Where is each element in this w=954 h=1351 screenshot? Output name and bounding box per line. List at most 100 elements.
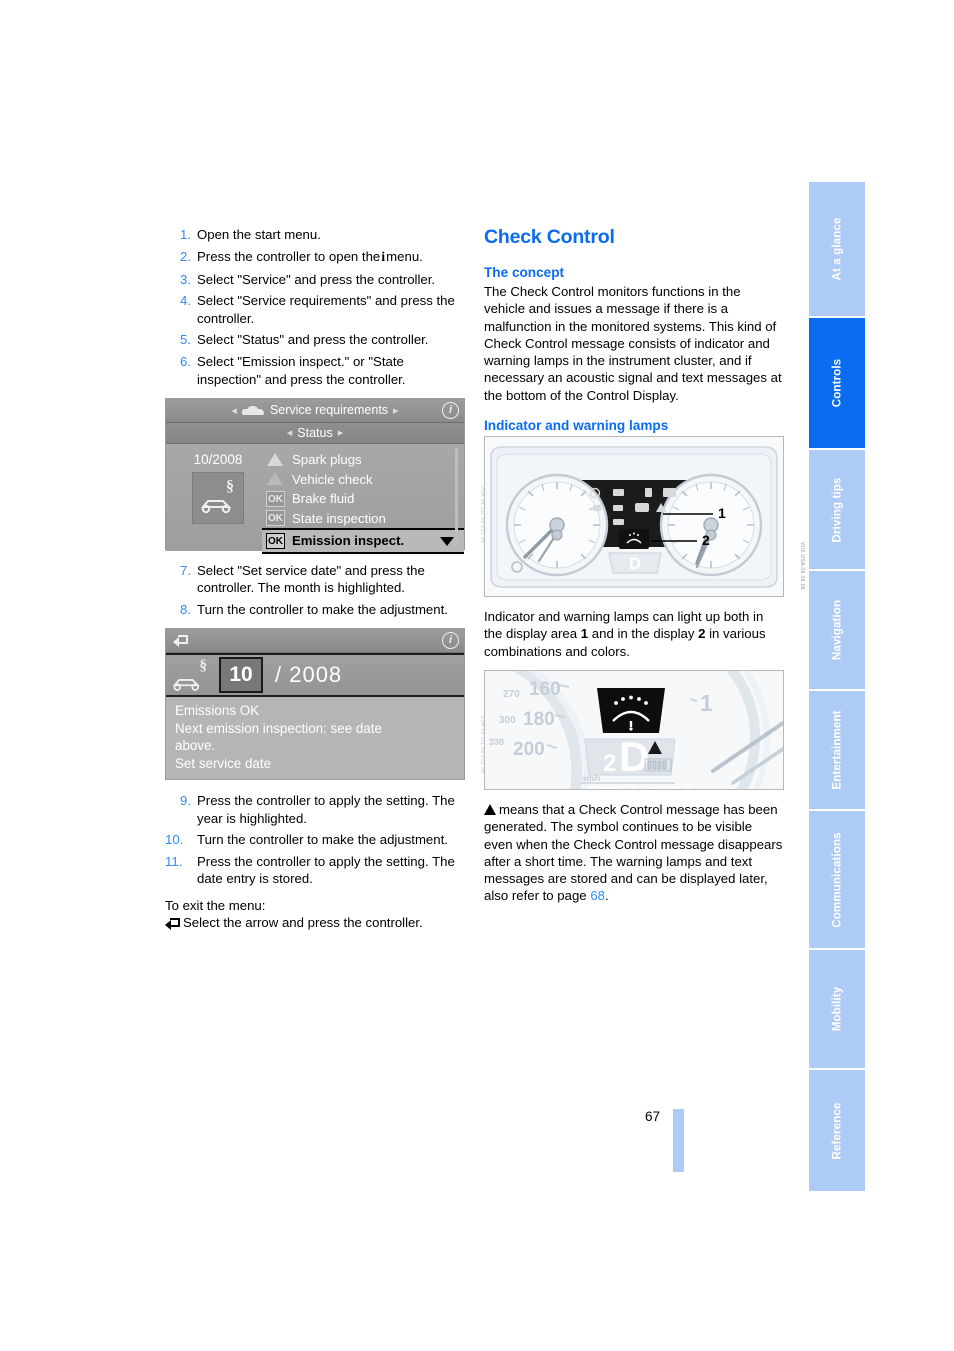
ok-badge: OK [266,490,285,507]
sidebar-tab-driving-tips[interactable]: Driving tips [809,450,865,571]
idrive-title-bar: ◂ Service requirements ▸ i [166,398,464,423]
step-item: 5. Select "Status" and press the control… [165,331,465,348]
sidebar-tab-mobility[interactable]: Mobility [809,950,865,1070]
scrollbar[interactable] [455,447,458,547]
warning-triangle-icon [484,803,496,815]
image-credit: VI/2 USA 06 09 06 [799,542,805,591]
step-item: 2. Press the controller to open theimenu… [165,248,465,266]
status-line[interactable]: Set service date [175,755,464,773]
step-text: Select "Set service date" and press the … [197,562,425,596]
warning-text-a: means that a Check Control message has b… [484,801,783,904]
sidebar-tab-entertainment[interactable]: Entertainment [809,691,865,811]
callout-1: 1 [718,505,726,522]
left-column: 1. Open the start menu. 2. Press the con… [165,226,486,931]
svg-text:km/h: km/h [583,774,600,783]
sidebar-tab-label: Mobility [830,986,844,1032]
step-item: 11. Press the controller to apply the se… [165,853,465,888]
svg-text:2: 2 [603,750,616,777]
step-item: 1. Open the start menu. [165,226,465,243]
step-number: 9. [180,793,191,809]
display-closeup-illustration: 270 300 330 160 180 200 1 2 D km/h [485,670,783,789]
idrive-screenshot-service-requirements: ◂ Service requirements ▸ i ◂ Status ▸ 10… [165,397,486,554]
warning-triangle-icon [266,452,285,468]
figure-display-closeup: 270 300 330 160 180 200 1 2 D km/h [484,669,784,790]
paragraph-symbol: § [199,658,208,675]
step-number: 1. [180,227,191,242]
step-text-before: Press the controller to open the [197,248,381,264]
next-chevron-icon: ▸ [337,427,344,440]
service-date-value: 10/2008 [193,451,243,467]
page-number: 67 [645,1109,661,1124]
svg-text:180: 180 [523,709,555,730]
procedure-steps-list-3: 9. Press the controller to apply the set… [165,792,465,887]
sidebar-tab-label: Navigation [830,599,844,661]
step-number: 2. [180,248,191,264]
sidebar-tab-label: Entertainment [830,710,844,790]
sidebar-tab-label: At a glance [830,217,844,281]
step-text: Select "Service requirements" and press … [197,293,455,326]
step-text: Select "Service" and press the controlle… [197,271,436,287]
status-line: Next emission inspection: see date [175,720,382,736]
warning-text-b: . [604,888,609,904]
next-chevron-icon: ▸ [393,404,399,417]
section-heading-concept: The concept [484,265,565,280]
idrive-title-bar: i [166,629,464,654]
sidebar-tab-at-a-glance[interactable]: At a glance [809,182,865,318]
step-item: 8. Turn the controller to make the adjus… [165,601,465,618]
step-item: 7. Select "Set service date" and press t… [165,562,465,597]
step-item: 9. Press the controller to apply the set… [165,792,465,827]
section-navigation-sidebar: At a glance Controls Driving tips Naviga… [809,182,865,1193]
list-item[interactable]: Spark plugs [266,450,460,470]
step-item: 4. Select "Service requirements" and pre… [165,292,465,327]
procedure-steps-list: 1. Open the start menu. 2. Press the con… [165,226,465,388]
warning-triangle-icon [266,471,285,487]
list-item-label: Brake fluid [292,491,355,507]
list-item[interactable]: Vehicle check [266,469,460,489]
exit-instruction: Select the arrow and press the controlle… [165,914,465,931]
info-icon[interactable]: i [442,632,459,650]
list-item-label: State inspection [292,510,386,526]
sidebar-tab-label: Communications [830,831,844,928]
step-number: 3. [180,271,191,287]
month-field-highlighted[interactable]: 10 [219,657,263,694]
back-arrow-icon [165,916,182,931]
list-item[interactable]: OK State inspection [266,508,460,528]
status-message-area: Emissions OK Next emission inspection: s… [166,697,464,772]
step-number: 8. [180,601,191,617]
concept-paragraph: The Check Control monitors functions in … [484,284,782,403]
svg-text:D: D [619,733,649,780]
step-text: Select "Emission inspect." or "State ins… [197,354,406,387]
step-text: Open the start menu. [197,227,321,242]
year-field[interactable]: / 2008 [275,662,342,688]
warning-symbol-paragraph: means that a Check Control message has b… [484,801,784,905]
lamps-text-c: and in the display [588,626,699,642]
procedure-steps-list-2: 7. Select "Set service date" and press t… [165,562,465,618]
list-item[interactable]: OK Brake fluid [266,489,460,509]
sidebar-tab-reference[interactable]: Reference [809,1070,865,1193]
back-arrow-icon[interactable] [173,634,190,648]
scroll-down-icon[interactable] [440,536,454,546]
sidebar-tab-communications[interactable]: Communications [809,811,865,950]
sidebar-tab-label: Reference [830,1102,844,1159]
exit-heading: To exit the menu: [165,897,266,913]
step-item: 6. Select "Emission inspect." or "State … [165,353,465,388]
step-number: 5. [180,332,191,348]
info-icon[interactable]: i [442,401,459,419]
car-silhouette-icon [200,499,232,514]
sidebar-tab-label: Controls [830,358,844,408]
svg-text:300: 300 [499,715,516,726]
step-number: 11. [165,854,183,870]
sidebar-tab-navigation[interactable]: Navigation [809,571,865,691]
page-reference-link[interactable]: 68 [590,888,605,903]
svg-text:200: 200 [513,739,545,760]
sidebar-tab-controls[interactable]: Controls [809,318,865,450]
svg-text:1: 1 [700,690,713,716]
svg-text:D: D [629,554,641,573]
list-item-selected[interactable]: OK Emission inspect. [262,527,464,554]
step-text-after: menu. [386,248,423,264]
step-text: Press the controller to apply the settin… [197,793,455,826]
idrive-screenshot-set-service-date: i § 10 / 2008 Emissions OK Next emission… [165,628,486,781]
step-number: 10. [165,832,184,848]
figure-instrument-cluster: D 1 2 VI/2 USA 06 09 06 [484,436,805,598]
step-number: 6. [180,354,191,370]
